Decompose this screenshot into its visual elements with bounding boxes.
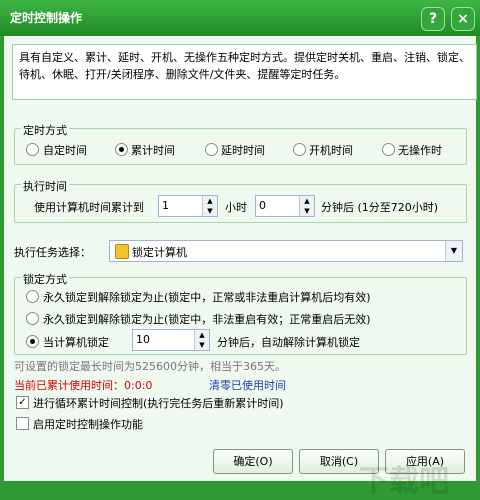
watermark: 下载吧 [359, 464, 449, 499]
minutes-spinner[interactable]: 0 ▲ ▼ [255, 195, 315, 217]
radio-boot-time[interactable] [293, 143, 306, 156]
lock-icon [115, 244, 129, 259]
close-icon[interactable]: × [451, 7, 475, 31]
window-title: 定时控制操作 [10, 11, 83, 25]
radio-boot-time-label: 开机时间 [309, 144, 353, 157]
hours-spinner-arrows-icon[interactable]: ▲ ▼ [202, 196, 217, 216]
execution-time-legend: 执行时间 [21, 178, 69, 194]
radio-delay-time-label: 延时时间 [221, 144, 265, 157]
description-text: 具有自定义、累计、延时、开机、无操作五种定时方式。提供定时关机、重启、注销、锁定… [12, 44, 477, 100]
radio-cumulative-time-label: 累计时间 [131, 144, 175, 157]
minutes-value: 0 [259, 199, 266, 212]
current-usage-time: 当前已累计使用时间：0:0:0 [14, 379, 153, 392]
minutes-label: 分钟后 (1分至720小时) [321, 201, 439, 214]
chevron-down-icon[interactable]: ▼ [445, 241, 462, 261]
radio-idle-time-label: 无操作时 [398, 144, 442, 157]
enable-checkbox-label: 启用定时控制操作功能 [33, 418, 143, 431]
timing-mode-legend: 定时方式 [21, 122, 69, 138]
radio-lock-permanent-2[interactable] [26, 312, 39, 325]
execution-time-prefix: 使用计算机时间累计到 [34, 201, 144, 214]
minutes-spinner-arrows-icon[interactable]: ▲ ▼ [299, 196, 314, 216]
radio-custom-time[interactable] [26, 143, 39, 156]
hours-value: 1 [162, 199, 169, 212]
lock-minutes-suffix: 分钟后，自动解除计算机锁定 [217, 336, 360, 349]
radio-lock-permanent-1[interactable] [26, 290, 39, 303]
title-bar: 定时控制操作 ? × [0, 0, 480, 36]
radio-lock-timed-label: 当计算机锁定 [43, 336, 109, 349]
hours-spinner[interactable]: 1 ▲ ▼ [158, 195, 218, 217]
loop-checkbox[interactable]: ✓ [16, 396, 29, 409]
dialog-body: 具有自定义、累计、延时、开机、无操作五种定时方式。提供定时关机、重启、注销、锁定… [4, 36, 477, 499]
hours-label: 小时 [225, 201, 247, 214]
lock-minutes-arrows-icon[interactable]: ▲ ▼ [194, 330, 209, 350]
loop-checkbox-label: 进行循环累计时间控制(执行完任务后重新累计时间) [33, 397, 284, 410]
radio-lock-permanent-1-label: 永久锁定到解除锁定为止(锁定中，正常或非法重启计算机后均有效) [43, 291, 371, 304]
radio-lock-timed[interactable] [26, 335, 39, 348]
radio-delay-time[interactable] [205, 143, 218, 156]
execution-time-group: 执行时间 使用计算机时间累计到 1 ▲ ▼ 小时 0 ▲ ▼ 分钟后 (1分至720… [14, 178, 467, 223]
radio-custom-time-label: 自定时间 [43, 144, 87, 157]
enable-checkbox[interactable] [16, 417, 29, 430]
lock-minutes-value: 10 [136, 333, 150, 346]
timing-mode-group: 定时方式 自定时间 累计时间 延时时间 开机时间 无操作时 [14, 122, 467, 165]
lock-minutes-spinner[interactable]: 10 ▲ ▼ [132, 329, 210, 351]
clear-usage-link[interactable]: 清零已使用时间 [209, 377, 286, 393]
lock-mode-group: 锁定方式 永久锁定到解除锁定为止(锁定中，正常或非法重启计算机后均有效) 永久锁… [14, 271, 467, 355]
ok-button[interactable]: 确定(O) [213, 449, 293, 474]
help-icon[interactable]: ? [421, 7, 445, 31]
radio-cumulative-time[interactable] [115, 143, 128, 156]
lock-mode-legend: 锁定方式 [21, 271, 69, 287]
task-select-value: 锁定计算机 [132, 246, 187, 259]
task-select-label: 执行任务选择： [14, 246, 91, 259]
radio-idle-time[interactable] [382, 143, 395, 156]
dialog-window: 定时控制操作 ? × 具有自定义、累计、延时、开机、无操作五种定时方式。提供定时… [0, 0, 480, 499]
task-select[interactable]: 锁定计算机 ▼ [109, 240, 463, 262]
radio-lock-permanent-2-label: 永久锁定到解除锁定为止(锁定中，非法重启有效；正常重启后无效) [43, 313, 371, 326]
max-lock-note: 可设置的锁定最长时间为525600分钟，相当于365天。 [14, 360, 286, 373]
